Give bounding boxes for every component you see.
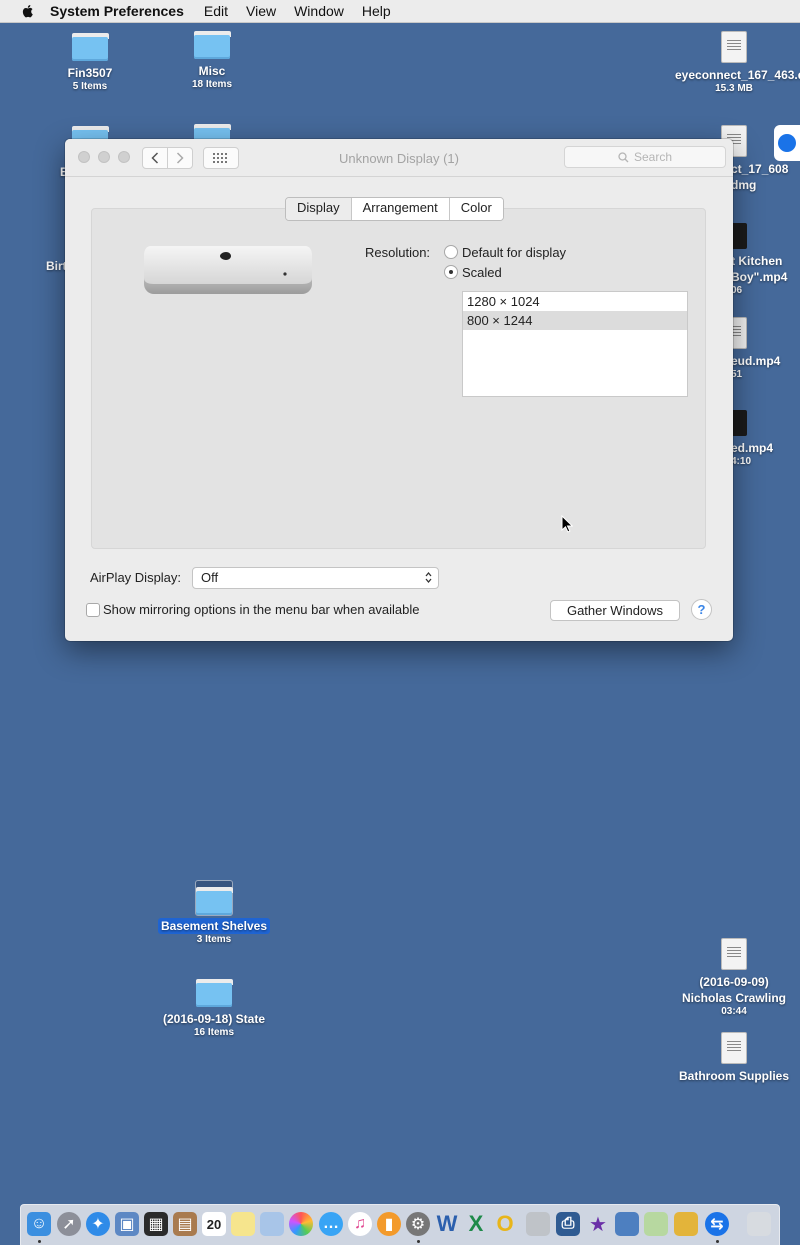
teamviewer-icon[interactable]: ⇆ [705,1212,729,1236]
airplay-display-label: AirPlay Display: [90,570,182,585]
desktop-folder-misc[interactable]: Misc 18 Items [147,31,277,91]
launchpad-icon[interactable]: ➚ [57,1212,81,1236]
excel-icon[interactable]: X [464,1211,488,1236]
maps-icon[interactable] [644,1212,668,1236]
radio-scaled[interactable] [444,265,458,279]
messages-icon[interactable]: … [319,1212,343,1236]
contacts-icon[interactable]: ▤ [173,1212,197,1236]
mac-mini-icon [144,246,312,294]
resolution-option-800x1244[interactable]: 800 × 1244 [463,311,687,330]
help-menu[interactable]: Help [362,3,391,19]
folder-icon [195,880,233,916]
calendar-icon[interactable]: 20 [202,1212,226,1236]
window-menu[interactable]: Window [294,3,344,19]
updown-arrows-icon [425,571,432,584]
preview-icon[interactable]: ▣ [115,1212,139,1236]
airplay-display-select[interactable]: Off [192,567,439,589]
system-preferences-icon[interactable]: ⚙ [406,1212,430,1236]
disk-image-icon [721,31,747,63]
safari-icon[interactable]: ✦ [86,1212,110,1236]
folder-icon [194,31,231,59]
image-capture-icon[interactable] [260,1212,284,1236]
view-menu[interactable]: View [246,3,276,19]
outlook-icon[interactable]: O [493,1211,517,1236]
help-button[interactable]: ? [691,599,712,620]
gather-windows-button[interactable]: Gather Windows [550,600,680,621]
desktop-file-bathroom-supplies[interactable]: Bathroom Supplies [669,1032,799,1084]
airplay-display-value: Off [201,570,219,585]
photo-booth-icon[interactable]: ▦ [144,1212,168,1236]
folder-icon [72,33,109,61]
search-icon [618,151,629,162]
app-menu[interactable]: System Preferences [50,3,184,19]
display-preferences-window: Unknown Display (1) Search Display Arran… [65,139,733,641]
search-field[interactable]: Search [564,146,726,168]
edit-menu[interactable]: Edit [204,3,228,19]
resolution-option-1280x1024[interactable]: 1280 × 1024 [463,292,687,311]
document-icon [721,1032,747,1064]
title-bar[interactable]: Unknown Display (1) Search [65,139,733,177]
running-indicator [417,1240,420,1243]
running-indicator [38,1240,41,1243]
word-icon[interactable]: W [435,1211,459,1236]
mirroring-label[interactable]: Show mirroring options in the menu bar w… [103,602,420,617]
resolution-label: Resolution: [365,245,431,260]
resolution-list[interactable]: 1280 × 1024 800 × 1244 [462,291,688,397]
tab-display[interactable]: Display [286,198,351,220]
fruit-app-icon[interactable] [674,1212,698,1236]
tab-arrangement[interactable]: Arrangement [350,198,449,220]
tab-bar: Display Arrangement Color [285,197,504,221]
desktop-folder-state[interactable]: (2016-09-18) State 16 Items [149,979,279,1039]
desktop-file-eyeconnect-dmg[interactable]: eyeconnect_167_463.dmg 15.3 MB [669,31,800,95]
screen-sharing-icon[interactable] [615,1212,639,1236]
radio-default-label[interactable]: Default for display [462,245,566,260]
imovie-icon[interactable]: ★ [586,1212,610,1236]
printer-icon[interactable]: ⎙ [556,1212,580,1236]
menu-bar: System Preferences Edit View Window Help [0,0,800,23]
radio-default-for-display[interactable] [444,245,458,259]
mouse-cursor-icon [561,515,573,533]
mirroring-checkbox[interactable] [86,603,100,617]
desktop-file-nicholas-crawling[interactable]: (2016-09-09) Nicholas Crawling 03:44 [669,938,799,1018]
teamviewer-icon [778,134,796,152]
photos-icon[interactable] [289,1212,313,1236]
keyboard-viewer-icon[interactable] [526,1212,550,1236]
tab-color[interactable]: Color [448,198,503,220]
desktop-folder-basement-shelves[interactable]: Basement Shelves 3 Items [149,880,279,946]
quicktime-file-icon [721,938,747,970]
radio-scaled-label[interactable]: Scaled [462,265,502,280]
trash-icon[interactable] [747,1212,771,1236]
finder-icon[interactable]: ☺ [27,1212,51,1236]
search-placeholder: Search [633,150,673,164]
running-indicator [716,1240,719,1243]
desktop-folder-fin3507[interactable]: Fin3507 5 Items [25,33,155,93]
teamviewer-side-tab[interactable] [774,125,800,161]
itunes-icon[interactable]: ♫ [348,1212,372,1236]
folder-icon [196,979,233,1007]
apple-menu-icon[interactable] [20,3,36,19]
dock: ☺ ➚ ✦ ▣ ▦ ▤ 20 … ♫ ▮ ⚙ W X O ⎙ ★ ⇆ [20,1204,780,1245]
notes-icon[interactable] [231,1212,255,1236]
ibooks-icon[interactable]: ▮ [377,1212,401,1236]
calendar-day: 20 [206,1216,222,1232]
